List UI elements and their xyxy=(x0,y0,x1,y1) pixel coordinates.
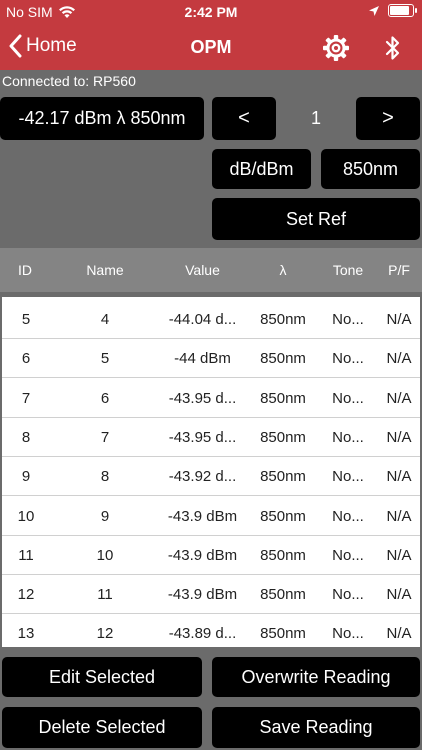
cell-pass-fail: N/A xyxy=(386,428,412,446)
cell-wavelength: 850nm xyxy=(260,389,306,407)
column-header-name: Name xyxy=(86,262,124,278)
cell-value: -43.95 d... xyxy=(168,389,237,407)
cell-value: -43.9 dBm xyxy=(167,546,238,564)
cell-pass-fail: N/A xyxy=(386,625,412,643)
cell-id: 13 xyxy=(17,625,35,643)
channel-number: 1 xyxy=(310,108,321,128)
cell-tone: No... xyxy=(332,507,364,525)
cell-name: 10 xyxy=(96,546,114,564)
table-header: ID Name Value λ Tone P/F xyxy=(0,248,422,292)
cell-value: -44 dBm xyxy=(174,350,231,368)
cell-value: -43.92 d... xyxy=(168,468,237,486)
cell-tone: No... xyxy=(332,311,364,328)
set-ref-button[interactable]: Set Ref xyxy=(212,198,420,240)
column-header-wavelength: λ xyxy=(279,262,287,278)
cell-id: 10 xyxy=(17,507,35,525)
location-arrow-icon xyxy=(369,5,379,16)
cell-tone: No... xyxy=(332,389,364,407)
cell-wavelength: 850nm xyxy=(260,311,306,328)
table-row[interactable]: 7 6 -43.95 d... 850nm No... N/A xyxy=(2,378,420,418)
column-header-value: Value xyxy=(185,262,220,278)
cell-name: 7 xyxy=(100,428,110,446)
cell-name: 11 xyxy=(97,586,113,604)
cell-name: 5 xyxy=(100,350,110,368)
cell-tone: No... xyxy=(332,428,364,446)
cell-id: 8 xyxy=(21,428,31,446)
table-row[interactable]: 5 4 -44.04 d... 850nm No... N/A xyxy=(2,299,420,339)
cell-name: 4 xyxy=(100,311,110,328)
cell-tone: No... xyxy=(332,546,364,564)
reading-display[interactable]: -42.17 dBm λ 850nm xyxy=(0,97,204,140)
table-row[interactable]: 13 12 -43.89 d... 850nm No... N/A xyxy=(2,613,420,647)
cell-name: 12 xyxy=(96,625,114,643)
cell-wavelength: 850nm xyxy=(260,350,306,368)
cell-pass-fail: N/A xyxy=(386,350,412,368)
cell-value: -43.89 d... xyxy=(168,625,237,643)
overwrite-reading-button[interactable]: Overwrite Reading xyxy=(212,657,420,697)
cell-id: 5 xyxy=(21,311,31,328)
table-row[interactable]: 6 5 -44 dBm 850nm No... N/A xyxy=(2,338,420,379)
cell-pass-fail: N/A xyxy=(386,507,412,525)
cell-wavelength: 850nm xyxy=(260,625,306,643)
cell-pass-fail: N/A xyxy=(386,468,412,486)
column-header-id: ID xyxy=(18,262,32,278)
readings-table[interactable]: 5 4 -44.04 d... 850nm No... N/A 6 5 -44 dBm 850nm… xyxy=(2,297,420,647)
table-row[interactable]: 10 9 -43.9 dBm 850nm No... N/A xyxy=(2,496,420,536)
cell-pass-fail: N/A xyxy=(386,546,412,564)
cell-tone: No... xyxy=(332,586,364,604)
edit-selected-button[interactable]: Edit Selected xyxy=(2,657,202,697)
save-reading-button[interactable]: Save Reading xyxy=(212,707,420,748)
prev-channel-button[interactable]: < xyxy=(212,97,276,140)
cell-value: -44.04 d... xyxy=(168,311,237,328)
status-right xyxy=(368,4,417,17)
table-row[interactable]: 8 7 -43.95 d... 850nm No... N/A xyxy=(2,417,420,457)
cell-id: 9 xyxy=(21,468,31,486)
cell-id: 12 xyxy=(17,586,35,604)
cell-id: 11 xyxy=(18,546,34,564)
cell-wavelength: 850nm xyxy=(260,428,306,446)
cell-pass-fail: N/A xyxy=(386,311,412,328)
table-row[interactable]: 12 11 -43.9 dBm 850nm No... N/A xyxy=(2,574,420,615)
unit-toggle-button[interactable]: dB/dBm xyxy=(212,149,311,189)
delete-selected-button[interactable]: Delete Selected xyxy=(2,707,202,748)
table-row[interactable]: 9 8 -43.92 d... 850nm No... N/A xyxy=(2,456,420,497)
cell-tone: No... xyxy=(332,350,364,368)
gear-icon[interactable] xyxy=(322,34,350,62)
cell-pass-fail: N/A xyxy=(386,389,412,407)
cell-value: -43.95 d... xyxy=(168,428,237,446)
status-bar: No SIM 2:42 PM xyxy=(0,0,422,26)
cell-wavelength: 850nm xyxy=(260,586,306,604)
nav-bar: Home OPM xyxy=(0,26,422,70)
cell-wavelength: 850nm xyxy=(260,507,306,525)
cell-wavelength: 850nm xyxy=(260,546,306,564)
table-row[interactable]: 11 10 -43.9 dBm 850nm No... N/A xyxy=(2,535,420,575)
cell-tone: No... xyxy=(332,468,364,486)
page-title: OPM xyxy=(190,37,232,57)
cell-wavelength: 850nm xyxy=(260,468,306,486)
cell-name: 9 xyxy=(100,507,110,525)
cell-name: 8 xyxy=(100,468,110,486)
connection-status: Connected to: RP560 xyxy=(2,73,136,89)
cell-tone: No... xyxy=(332,625,364,643)
column-header-tone: Tone xyxy=(332,262,364,278)
battery-icon xyxy=(388,4,417,17)
cell-id: 6 xyxy=(21,350,31,368)
cell-name: 6 xyxy=(100,389,110,407)
column-header-pass-fail: P/F xyxy=(388,262,410,278)
cell-value: -43.9 dBm xyxy=(167,586,238,604)
next-channel-button[interactable]: > xyxy=(356,97,420,140)
wavelength-button[interactable]: 850nm xyxy=(321,149,420,189)
cell-value: -43.9 dBm xyxy=(167,507,238,525)
bluetooth-icon[interactable] xyxy=(383,34,403,62)
cell-id: 7 xyxy=(21,389,31,407)
cell-pass-fail: N/A xyxy=(386,586,412,604)
status-time: 2:42 PM xyxy=(184,4,238,20)
